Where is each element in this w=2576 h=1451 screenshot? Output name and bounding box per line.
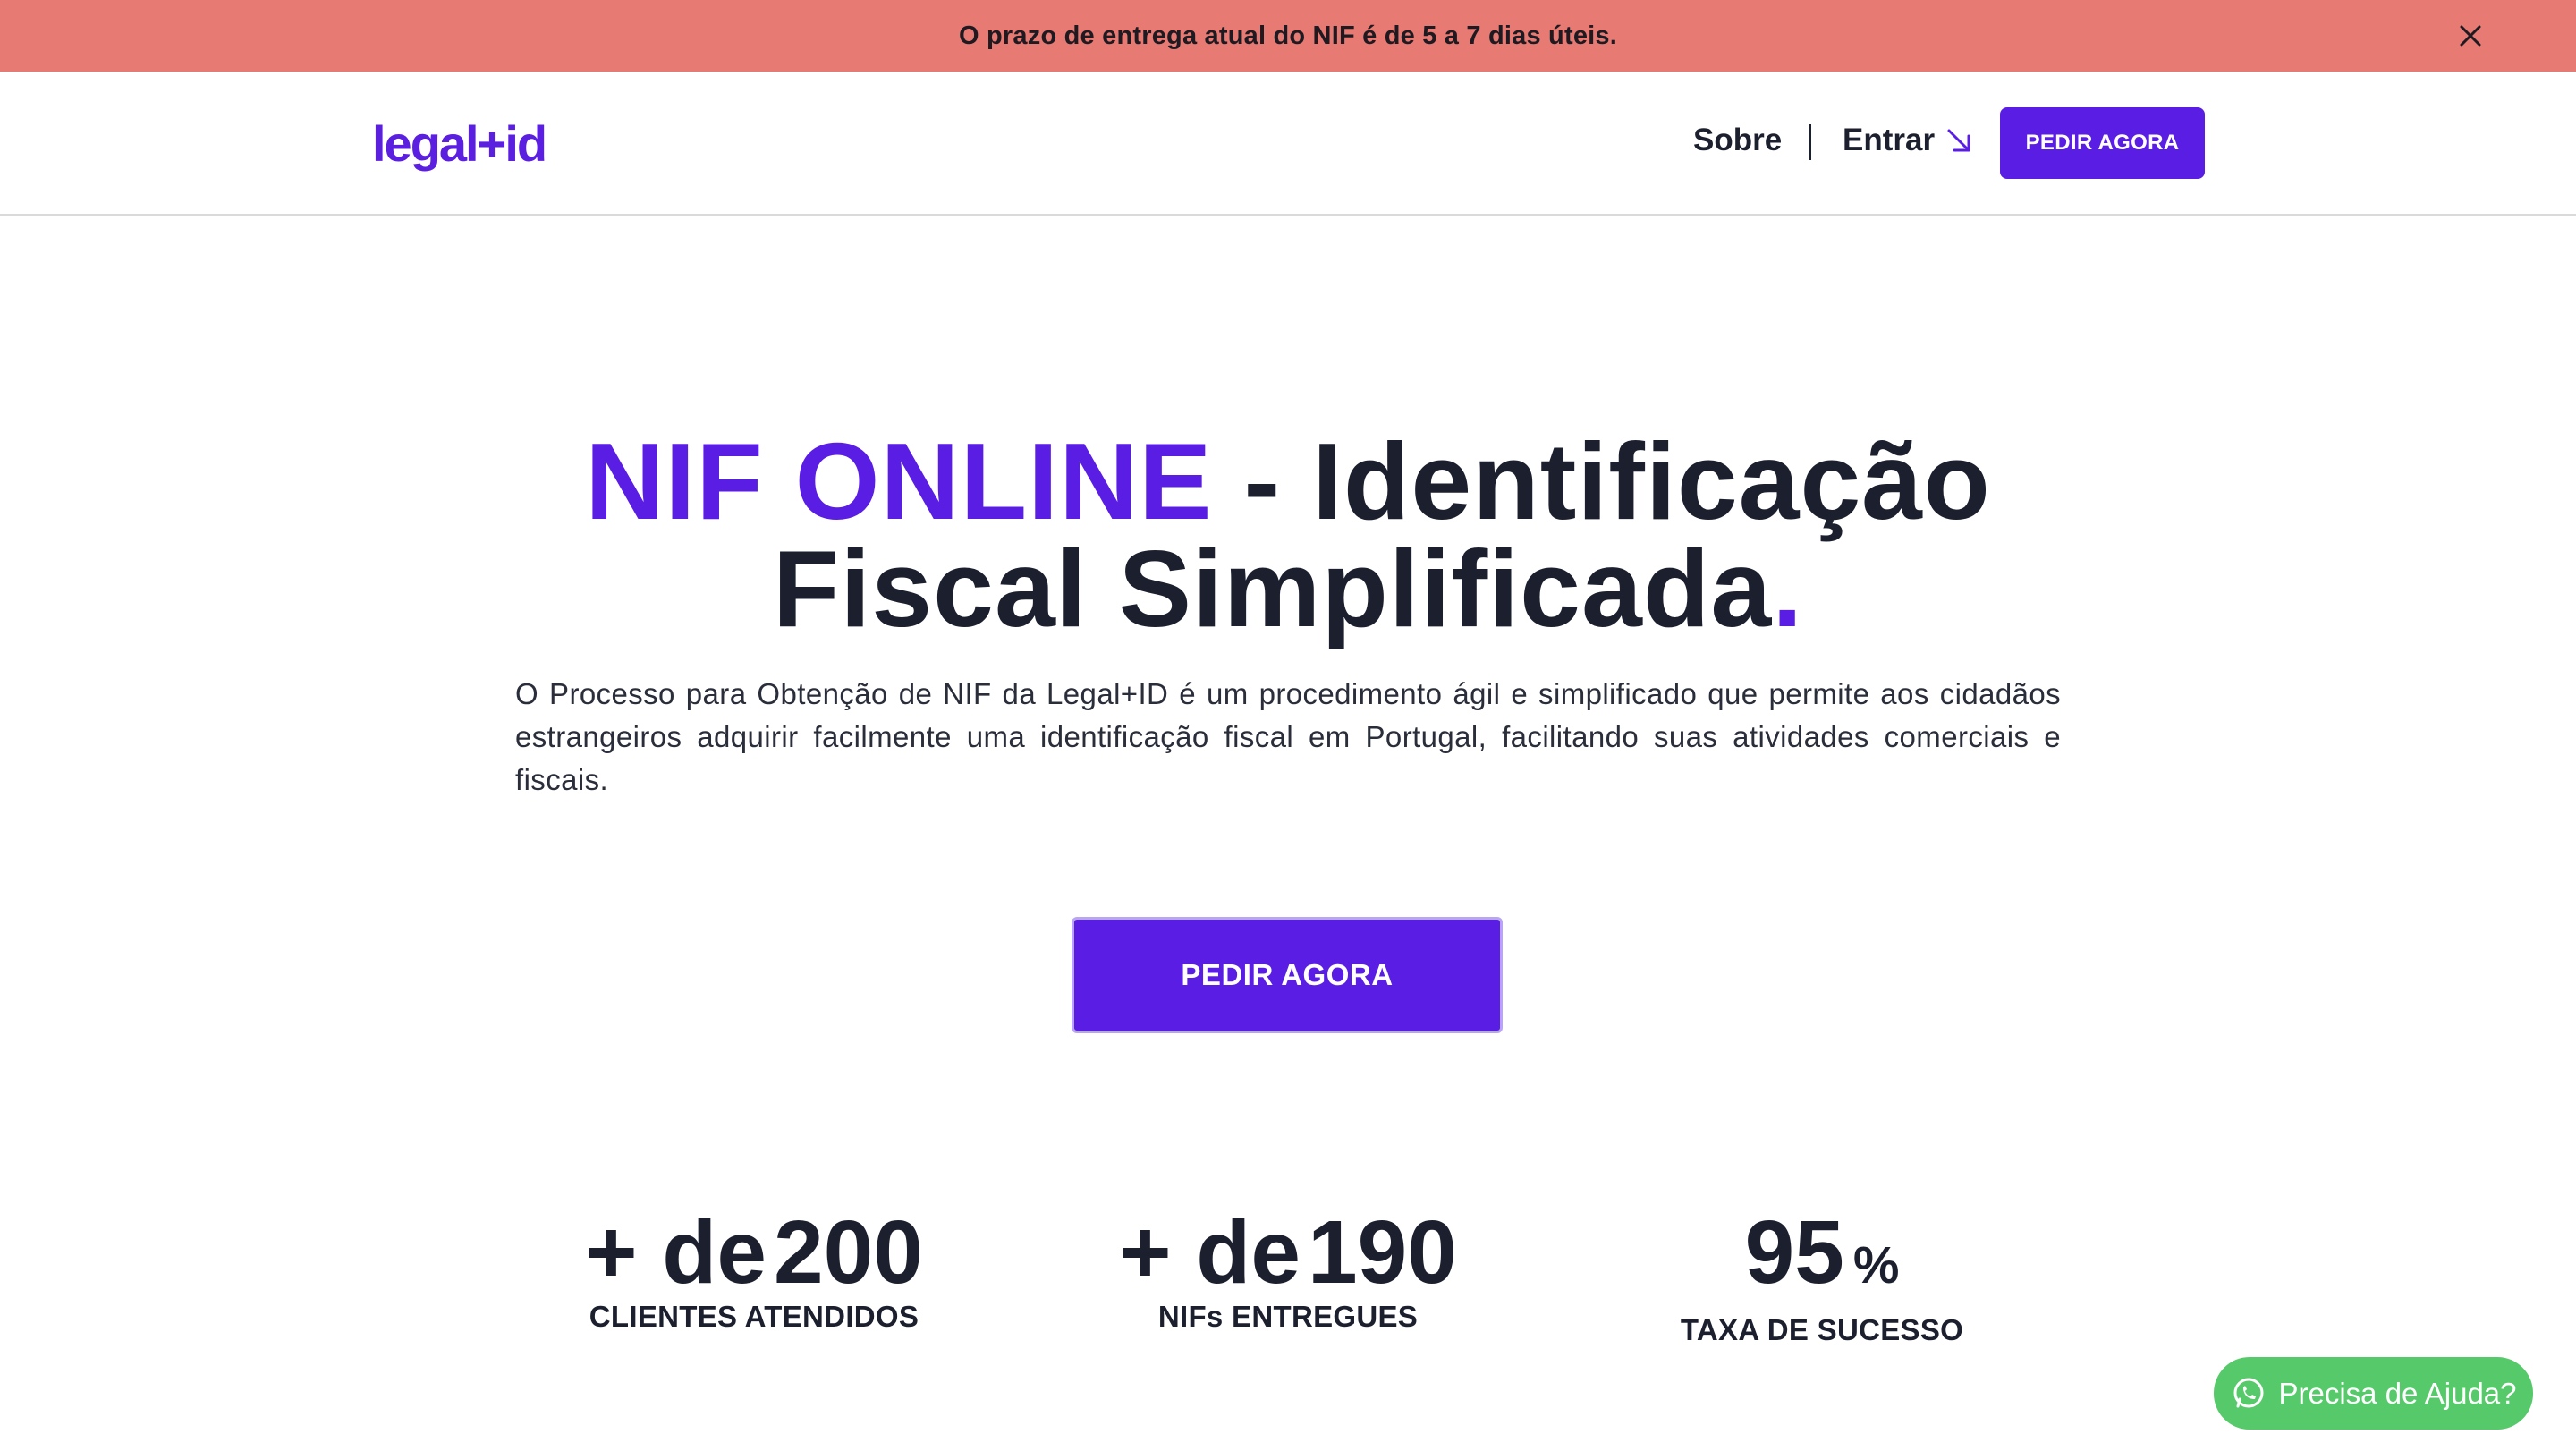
announcement-text: O prazo de entrega atual do NIF é de 5 a…	[959, 21, 1617, 50]
announcement-bar: O prazo de entrega atual do NIF é de 5 a…	[0, 0, 2576, 72]
stat-clients: + de200 CLIENTES ATENDIDOS	[521, 1203, 987, 1334]
nav-link-about[interactable]: Sobre	[1693, 123, 1782, 158]
close-icon[interactable]	[2454, 20, 2487, 52]
nav-link-login[interactable]: Entrar	[1843, 123, 1976, 158]
hero-title-part-1: - Identificação	[1212, 420, 1991, 542]
header-order-button[interactable]: PEDIR AGORA	[2000, 107, 2205, 179]
help-label: Precisa de Ajuda?	[2278, 1376, 2517, 1410]
stat-label: TAXA DE SUCESSO	[1680, 1313, 1964, 1346]
nav-divider	[1809, 124, 1811, 160]
stat-number: 200	[774, 1202, 923, 1303]
stat-prefix: + de	[585, 1202, 767, 1303]
stat-label: CLIENTES ATENDIDOS	[589, 1300, 919, 1333]
stat-label: NIFs ENTREGUES	[1157, 1300, 1419, 1333]
hero-title-accent: NIF ONLINE	[585, 420, 1213, 542]
hero-title: NIF ONLINE - Identificação Fiscal Simpli…	[0, 427, 2576, 643]
hero-order-button[interactable]: PEDIR AGORA	[1072, 917, 1503, 1033]
logo[interactable]: legal+id	[372, 115, 547, 173]
stat-value: 95%	[1589, 1203, 2055, 1315]
stat-success-rate: 95% TAXA DE SUCESSO	[1589, 1203, 2055, 1347]
help-whatsapp-button[interactable]: Precisa de Ajuda?	[2214, 1357, 2533, 1430]
whatsapp-icon	[2233, 1378, 2264, 1407]
nav-login-label: Entrar	[1843, 123, 1936, 157]
hero-description: O Processo para Obtenção de NIF da Legal…	[515, 677, 2061, 796]
navbar: legal+id Sobre Entrar PEDIR AGORA	[0, 72, 2576, 216]
stat-value: + de190	[1055, 1203, 1521, 1302]
stat-suffix: %	[1852, 1236, 1900, 1294]
stat-number: 95	[1744, 1202, 1844, 1303]
hero-title-dot: .	[1772, 528, 1804, 649]
stat-prefix: + de	[1119, 1202, 1301, 1303]
hero-title-part-2: Fiscal Simplificada	[772, 528, 1773, 649]
stat-number: 190	[1308, 1202, 1457, 1303]
stat-nifs: + de190 NIFs ENTREGUES	[1055, 1203, 1521, 1334]
stat-value: + de200	[521, 1203, 987, 1302]
arrow-down-right-icon	[1947, 129, 1970, 152]
